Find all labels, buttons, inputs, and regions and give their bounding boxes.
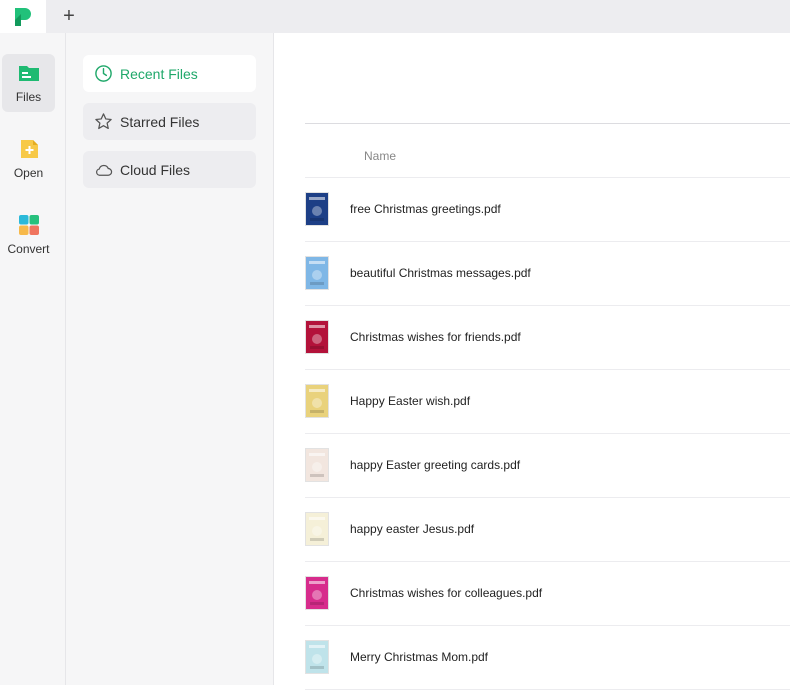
file-name: Happy Easter wish.pdf xyxy=(350,394,471,408)
file-row[interactable]: happy easter Jesus.pdf xyxy=(305,498,790,562)
file-row[interactable]: happy Easter greeting cards.pdf xyxy=(305,434,790,498)
file-list-header: Name xyxy=(305,133,790,178)
rail-item-label: Open xyxy=(13,166,44,180)
files-icon xyxy=(18,66,39,81)
pdf-thumbnail-icon xyxy=(306,385,328,417)
app-tab[interactable] xyxy=(0,0,46,33)
file-list: free Christmas greetings.pdf beautiful Ch… xyxy=(305,178,790,690)
file-name: free Christmas greetings.pdf xyxy=(350,202,501,216)
file-name: Merry Christmas Mom.pdf xyxy=(350,650,489,664)
file-name: happy Easter greeting cards.pdf xyxy=(350,458,521,472)
file-nav-panel: Recent Files Starred Files Cloud Files xyxy=(66,33,274,685)
file-row[interactable]: Merry Christmas Mom.pdf xyxy=(305,626,790,690)
rail-item-open[interactable]: Open xyxy=(2,130,55,188)
left-rail: Files Open Convert xyxy=(0,33,66,685)
pdf-thumbnail-icon xyxy=(306,257,328,289)
cloud-icon xyxy=(96,164,113,176)
file-row[interactable]: Christmas wishes for friends.pdf xyxy=(305,306,790,370)
pdf-thumbnail-icon xyxy=(306,641,328,673)
pdf-thumbnail-icon xyxy=(306,193,328,225)
clock-icon xyxy=(95,65,112,82)
file-row[interactable]: free Christmas greetings.pdf xyxy=(305,178,790,242)
file-name: happy easter Jesus.pdf xyxy=(350,522,475,536)
file-row[interactable]: beautiful Christmas messages.pdf xyxy=(305,242,790,306)
pdf-thumbnail-icon xyxy=(306,449,328,481)
column-header-name[interactable]: Name xyxy=(364,149,396,163)
title-bar: + xyxy=(0,0,790,33)
rail-item-label: Files xyxy=(15,90,42,104)
file-row[interactable]: Happy Easter wish.pdf xyxy=(305,370,790,434)
file-name: beautiful Christmas messages.pdf xyxy=(350,266,531,280)
nav-item-label: Cloud Files xyxy=(120,161,191,178)
pdf-thumbnail-icon xyxy=(306,513,328,545)
nav-item-recent-files[interactable]: Recent Files xyxy=(83,55,256,92)
file-row[interactable]: Christmas wishes for colleagues.pdf xyxy=(305,562,790,626)
star-icon xyxy=(95,113,112,130)
rail-item-files[interactable]: Files xyxy=(2,54,55,112)
app-logo-icon xyxy=(15,7,31,26)
file-list-area: Name free Christmas greetings.pdf beautif… xyxy=(274,33,790,690)
nav-item-starred-files[interactable]: Starred Files xyxy=(83,103,256,140)
pdf-thumbnail-icon xyxy=(306,321,328,353)
open-file-icon xyxy=(20,140,38,158)
convert-icon xyxy=(18,215,39,235)
file-name: Christmas wishes for friends.pdf xyxy=(350,330,521,344)
nav-item-label: Starred Files xyxy=(120,113,200,130)
rail-item-convert[interactable]: Convert xyxy=(2,206,55,264)
nav-item-label: Recent Files xyxy=(120,65,198,82)
new-tab-button[interactable]: + xyxy=(56,0,82,33)
divider xyxy=(305,123,790,124)
pdf-thumbnail-icon xyxy=(306,577,328,609)
nav-item-cloud-files[interactable]: Cloud Files xyxy=(83,151,256,188)
file-name: Christmas wishes for colleagues.pdf xyxy=(350,586,543,600)
rail-item-label: Convert xyxy=(7,242,50,256)
